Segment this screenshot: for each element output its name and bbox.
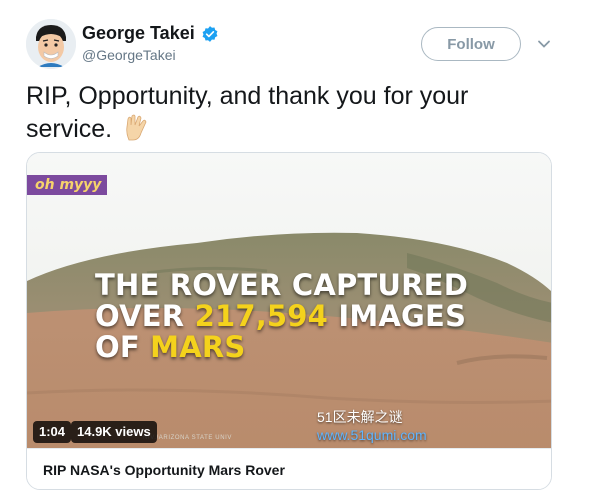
watermark-url: www.51qumi.com bbox=[317, 427, 427, 443]
video-duration: 1:04 bbox=[33, 421, 72, 443]
headline-text: IMAGES bbox=[328, 299, 467, 333]
vulcan-salute-icon bbox=[126, 114, 147, 141]
avatar[interactable] bbox=[26, 19, 76, 69]
brand-logo: oh myyy bbox=[27, 175, 107, 195]
headline-text: THE ROVER CAPTURED bbox=[95, 268, 468, 302]
video-headline: THE ROVER CAPTURED OVER 217,594 IMAGES O… bbox=[95, 270, 535, 363]
watermark-cn: 51区未解之谜 bbox=[317, 409, 403, 425]
display-name[interactable]: George Takei bbox=[82, 23, 195, 44]
chevron-down-icon[interactable] bbox=[536, 36, 552, 52]
headline-highlight: 217,594 bbox=[194, 299, 329, 333]
follow-button[interactable]: Follow bbox=[421, 27, 521, 61]
headline-line-3: OF MARS bbox=[95, 332, 535, 363]
video-views: 14.9K views bbox=[71, 421, 157, 443]
user-handle[interactable]: @GeorgeTakei bbox=[82, 47, 176, 63]
headline-text: OVER bbox=[95, 299, 195, 333]
card-title[interactable]: RIP NASA's Opportunity Mars Rover bbox=[43, 462, 285, 478]
verified-badge-icon bbox=[202, 25, 218, 42]
video-player[interactable]: oh myyy THE ROVER CAPTURED OVER 217,594 … bbox=[27, 153, 551, 448]
headline-highlight: MARS bbox=[150, 330, 246, 364]
video-card[interactable]: oh myyy THE ROVER CAPTURED OVER 217,594 … bbox=[26, 152, 552, 490]
tweet-text: RIP, Opportunity, and thank you for your… bbox=[26, 80, 556, 146]
tweet-body: RIP, Opportunity, and thank you for your… bbox=[26, 82, 469, 143]
name-row: George Takei bbox=[82, 23, 219, 44]
headline-text: OF bbox=[95, 330, 151, 364]
headline-line-2: OVER 217,594 IMAGES bbox=[95, 301, 535, 332]
tweet: George Takei @GeorgeTakei Follow RIP, Op… bbox=[0, 0, 590, 495]
watermark: 51区未解之谜 www.51qumi.com bbox=[317, 408, 427, 444]
avatar-illustration bbox=[26, 19, 76, 69]
headline-line-1: THE ROVER CAPTURED bbox=[95, 270, 535, 301]
card-footer[interactable]: RIP NASA's Opportunity Mars Rover bbox=[27, 448, 551, 489]
